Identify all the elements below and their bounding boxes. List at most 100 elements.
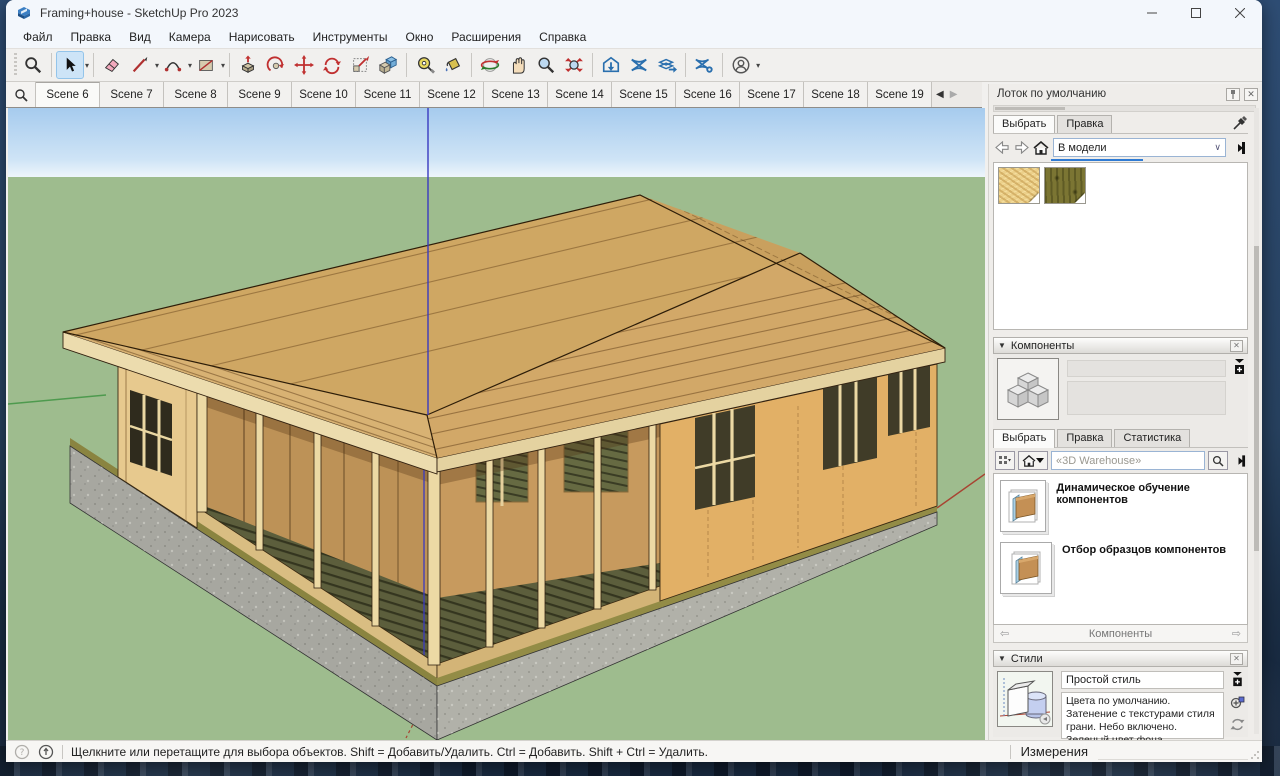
tray-close-icon[interactable]: ✕ bbox=[1244, 88, 1258, 101]
component-list-item[interactable]: Динамическое обучение компонентов bbox=[1000, 480, 1241, 532]
materials-list[interactable] bbox=[993, 162, 1248, 330]
material-collection-dropdown[interactable]: В модели ∨ bbox=[1053, 138, 1226, 157]
rectangle-tool-dropdown[interactable]: ▾ bbox=[221, 61, 225, 70]
extension-manager-button[interactable] bbox=[690, 51, 718, 79]
update-style-icon[interactable] bbox=[1230, 695, 1245, 710]
components-list[interactable]: Динамическое обучение компонентов Отбор … bbox=[993, 473, 1248, 625]
collapse-triangle-icon[interactable]: ▼ bbox=[998, 341, 1006, 350]
components-home-button[interactable] bbox=[1018, 451, 1048, 470]
tray-vertical-scrollbar[interactable] bbox=[1254, 108, 1259, 734]
components-tab-edit[interactable]: Правка bbox=[1057, 429, 1112, 447]
paint-bucket-tool-button[interactable] bbox=[439, 51, 467, 79]
back-arrow-icon[interactable] bbox=[995, 141, 1010, 154]
scene-tab-7[interactable]: Scene 7 bbox=[100, 82, 164, 107]
view-options-button[interactable] bbox=[995, 451, 1015, 470]
scene-tab-10[interactable]: Scene 10 bbox=[292, 82, 356, 107]
menu-draw[interactable]: Нарисовать bbox=[220, 27, 304, 47]
components-search-button[interactable] bbox=[1208, 451, 1228, 470]
scene-tab-14[interactable]: Scene 14 bbox=[548, 82, 612, 107]
scene-tab-18[interactable]: Scene 18 bbox=[804, 82, 868, 107]
geolocation-icon[interactable]: ? bbox=[14, 744, 30, 760]
scene-scroll-left-icon[interactable]: ◀ bbox=[936, 89, 944, 100]
scene-tab-16[interactable]: Scene 16 bbox=[676, 82, 740, 107]
components-secondary-pane-icon[interactable] bbox=[1231, 454, 1246, 468]
viewport-3d[interactable] bbox=[8, 108, 985, 740]
material-swatch-dark-wood[interactable] bbox=[1044, 167, 1086, 204]
components-tab-select[interactable]: Выбрать bbox=[993, 429, 1055, 448]
minimize-button[interactable] bbox=[1130, 0, 1174, 26]
scene-tab-15[interactable]: Scene 15 bbox=[612, 82, 676, 107]
rectangle-tool-button[interactable] bbox=[192, 51, 220, 79]
styles-close-icon[interactable]: ✕ bbox=[1230, 653, 1243, 665]
extension-warehouse-button[interactable] bbox=[625, 51, 653, 79]
materials-tab-edit[interactable]: Правка bbox=[1057, 115, 1112, 133]
component-description-field[interactable] bbox=[1067, 381, 1226, 415]
share-model-button[interactable] bbox=[653, 51, 681, 79]
account-button[interactable] bbox=[727, 51, 755, 79]
move-tool-button[interactable] bbox=[290, 51, 318, 79]
scene-tab-12[interactable]: Scene 12 bbox=[420, 82, 484, 107]
materials-tab-select[interactable]: Выбрать bbox=[993, 115, 1055, 134]
tray-pin-icon[interactable] bbox=[1226, 88, 1240, 101]
scene-scroll-right-icon[interactable]: ▶ bbox=[950, 89, 958, 100]
components-search-input[interactable] bbox=[1051, 451, 1205, 470]
offset-tool-button[interactable] bbox=[262, 51, 290, 79]
orbit-tool-button[interactable] bbox=[476, 51, 504, 79]
toolbar-grip[interactable] bbox=[14, 53, 17, 77]
style-select-pane-icon[interactable] bbox=[1231, 671, 1244, 688]
zoom-extents-tool-button[interactable] bbox=[560, 51, 588, 79]
components-prev-icon[interactable]: ⇦ bbox=[994, 627, 1015, 640]
measurements-field[interactable] bbox=[1098, 744, 1248, 760]
menu-extensions[interactable]: Расширения bbox=[442, 27, 530, 47]
search-tool-button[interactable] bbox=[19, 51, 47, 79]
material-swatch-osb[interactable] bbox=[998, 167, 1040, 204]
rotate-tool-button[interactable] bbox=[318, 51, 346, 79]
menu-camera[interactable]: Камера bbox=[160, 27, 220, 47]
scene-tab-6[interactable]: Scene 6 bbox=[36, 82, 100, 107]
account-dropdown[interactable]: ▾ bbox=[756, 61, 760, 70]
close-button[interactable] bbox=[1218, 0, 1262, 26]
components-next-icon[interactable]: ⇨ bbox=[1226, 627, 1247, 640]
pan-tool-button[interactable] bbox=[504, 51, 532, 79]
scale-tool-button[interactable] bbox=[346, 51, 374, 79]
select-pane-icon[interactable] bbox=[1233, 358, 1246, 376]
line-tool-button[interactable] bbox=[126, 51, 154, 79]
tape-measure-tool-button[interactable] bbox=[411, 51, 439, 79]
scene-tab-19[interactable]: Scene 19 bbox=[868, 82, 932, 107]
menu-file[interactable]: Файл bbox=[14, 27, 62, 47]
menu-tools[interactable]: Инструменты bbox=[304, 27, 397, 47]
select-tool-dropdown[interactable]: ▾ bbox=[85, 61, 89, 70]
push-pull-tool-button[interactable] bbox=[234, 51, 262, 79]
forward-arrow-icon[interactable] bbox=[1014, 141, 1029, 154]
menu-help[interactable]: Справка bbox=[530, 27, 595, 47]
components-close-icon[interactable]: ✕ bbox=[1230, 340, 1243, 352]
scene-search-icon[interactable] bbox=[6, 82, 36, 107]
components-tab-statistics[interactable]: Статистика bbox=[1114, 429, 1190, 447]
3d-warehouse-button[interactable] bbox=[597, 51, 625, 79]
zoom-tool-button[interactable] bbox=[532, 51, 560, 79]
scene-tab-17[interactable]: Scene 17 bbox=[740, 82, 804, 107]
menu-window[interactable]: Окно bbox=[396, 27, 442, 47]
sample-paint-eyedropper-icon[interactable] bbox=[1232, 115, 1248, 131]
component-list-item[interactable]: Отбор образцов компонентов bbox=[1000, 542, 1241, 594]
select-tool-button[interactable] bbox=[56, 51, 84, 79]
menu-view[interactable]: Вид bbox=[120, 27, 160, 47]
scene-tab-13[interactable]: Scene 13 bbox=[484, 82, 548, 107]
menu-edit[interactable]: Правка bbox=[62, 27, 121, 47]
tray-horizontal-scrollbar[interactable] bbox=[993, 105, 1256, 112]
component-name-field[interactable] bbox=[1067, 360, 1226, 377]
make-component-tool-button[interactable] bbox=[374, 51, 402, 79]
maximize-button[interactable] bbox=[1174, 0, 1218, 26]
style-name-field[interactable]: Простой стиль bbox=[1061, 671, 1224, 689]
home-icon[interactable] bbox=[1033, 141, 1049, 155]
refresh-icon[interactable] bbox=[1230, 717, 1245, 732]
arc-tool-button[interactable] bbox=[159, 51, 187, 79]
eraser-tool-button[interactable] bbox=[98, 51, 126, 79]
scene-tab-9[interactable]: Scene 9 bbox=[228, 82, 292, 107]
resize-grip[interactable] bbox=[1250, 750, 1260, 760]
scene-tab-8[interactable]: Scene 8 bbox=[164, 82, 228, 107]
collapse-triangle-icon[interactable]: ▼ bbox=[998, 654, 1006, 663]
secondary-pane-icon[interactable] bbox=[1230, 141, 1246, 155]
credits-icon[interactable] bbox=[38, 744, 54, 760]
scene-tab-11[interactable]: Scene 11 bbox=[356, 82, 420, 107]
